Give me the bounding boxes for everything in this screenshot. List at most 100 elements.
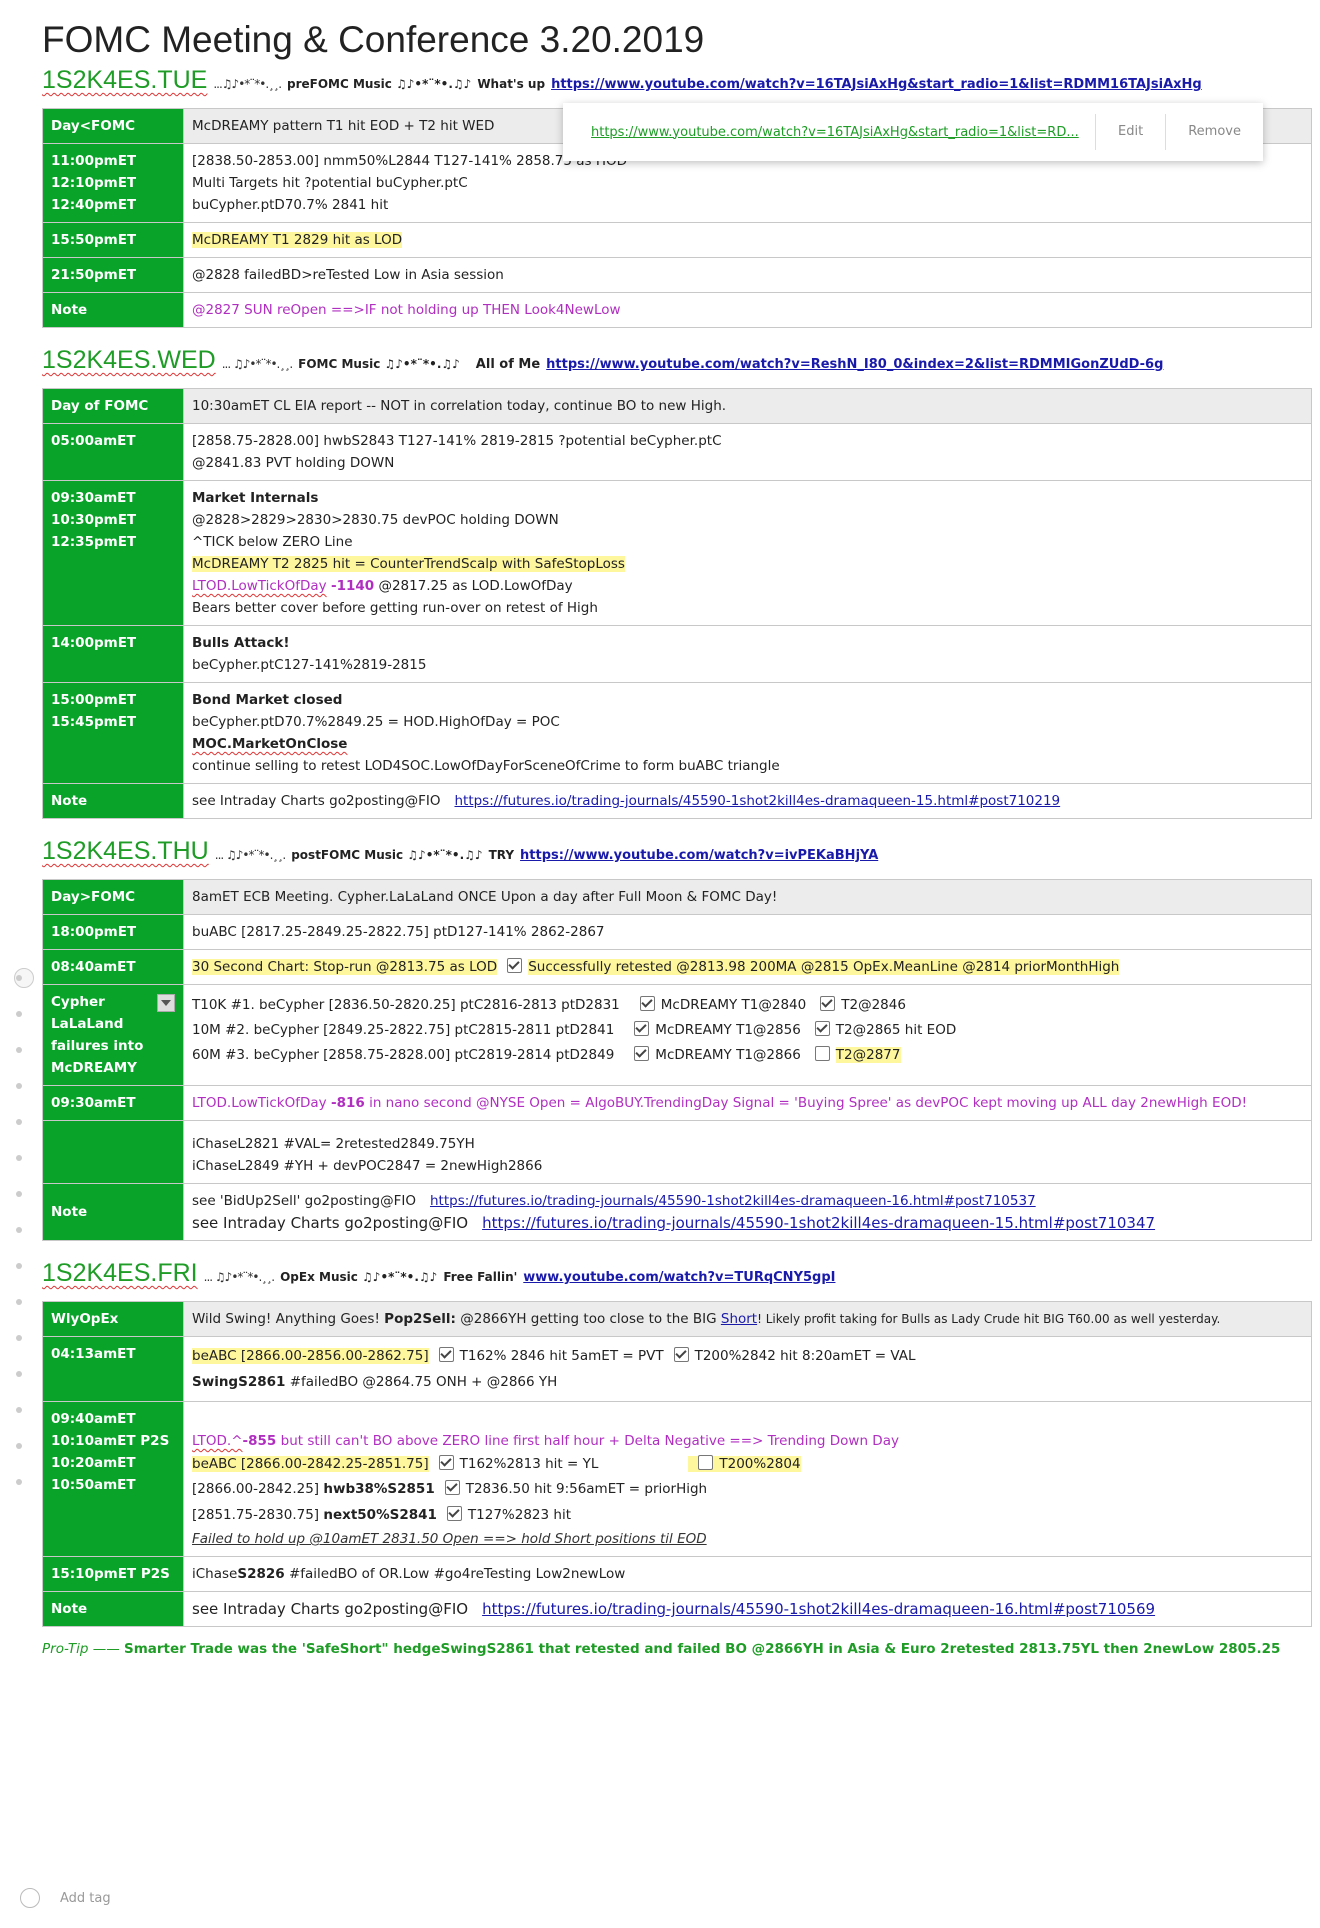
time-label: 15:45pmET	[51, 714, 137, 730]
fri-music-link[interactable]: www.youtube.com/watch?v=TURqCNY5gpI	[523, 1270, 835, 1285]
popup-remove-button[interactable]: Remove	[1165, 114, 1263, 150]
cell-text: Multi Targets hit ?potential buCypher.pt…	[192, 175, 468, 191]
cell-text: [2866.00-2842.25]	[192, 1481, 320, 1497]
row-content: 30 Second Chart: Stop-run @2813.75 as LO…	[183, 949, 1312, 985]
cell-text: beCypher.ptC127-141%2819-2815	[192, 657, 427, 673]
cell-text: -1140	[330, 578, 375, 594]
fio-link[interactable]: https://futures.io/trading-journals/4559…	[482, 1214, 1155, 1232]
table-row: Note see 'BidUp2Sell' go2posting@FIO http…	[42, 1183, 1312, 1241]
checkbox-checked[interactable]	[673, 1347, 689, 1362]
row-content: iChaseL2821 #VAL= 2retested2849.75YH iCha…	[183, 1120, 1312, 1184]
checkbox-checked[interactable]	[507, 958, 523, 973]
row-label: 09:30amET	[42, 1085, 184, 1121]
cell-text: @2817.25 as LOD.LowOfDay	[378, 578, 573, 594]
add-tag[interactable]: Add tag	[20, 1888, 111, 1908]
tue-header: 1S2K4ES.TUE ...♫♪•*¨*•.¸¸. preFOMC Music…	[42, 66, 1312, 96]
fio-link[interactable]: https://futures.io/trading-journals/4559…	[482, 1600, 1155, 1618]
tue-notes: ...♫♪•*¨*•.¸¸.	[213, 77, 282, 91]
checkbox-checked[interactable]	[814, 1021, 830, 1036]
row-label-text: LaLaLand	[51, 1016, 124, 1032]
tue-music-label: preFOMC Music ♫♪•*¨*•.♫♪	[287, 77, 472, 91]
time-label: 10:50amET	[51, 1477, 136, 1493]
row-content: LTOD.^-855 but still can't BO above ZERO…	[183, 1401, 1312, 1557]
row-content: Wild Swing! Anything Goes! Pop2Sell: @28…	[183, 1301, 1312, 1337]
highlighted-text: Successfully retested @2813.98 200MA @28…	[528, 959, 1120, 975]
fio-link[interactable]: https://futures.io/trading-journals/4559…	[454, 793, 1060, 809]
checkbox-checked[interactable]	[438, 1347, 454, 1362]
checkbox-unchecked[interactable]	[698, 1455, 714, 1470]
checkbox-checked[interactable]	[639, 996, 655, 1011]
table-row: 08:40amET 30 Second Chart: Stop-run @281…	[42, 949, 1312, 985]
checkbox-checked[interactable]	[634, 1046, 650, 1061]
checkbox-checked[interactable]	[446, 1506, 462, 1521]
checkbox-checked[interactable]	[634, 1021, 650, 1036]
short-link[interactable]: Short	[721, 1311, 757, 1327]
cell-text: [2858.75-2828.00] hwbS2843 T127-141% 281…	[192, 433, 722, 449]
wed-music-link[interactable]: https://www.youtube.com/watch?v=ReshN_I8…	[546, 357, 1163, 372]
row-content: Bulls Attack! beCypher.ptC127-141%2819-28…	[183, 625, 1312, 683]
cell-text: @2828>2829>2830>2830.75 devPOC holding D…	[192, 512, 559, 528]
fio-link[interactable]: https://futures.io/trading-journals/4559…	[430, 1193, 1036, 1209]
popup-edit-button[interactable]: Edit	[1095, 114, 1165, 150]
cell-text: 10:30amET CL EIA report -- NOT in correl…	[192, 398, 727, 414]
cell-text: [2851.75-2830.75]	[192, 1507, 320, 1523]
row-content: T10K #1. beCypher [2836.50-2820.25] ptC2…	[183, 984, 1312, 1086]
wed-music-label: FOMC Music ♫♪•*¨*•.♫♪	[298, 357, 460, 371]
table-row: 09:40amET 10:10amET P2S 10:20amET 10:50amET…	[42, 1401, 1312, 1557]
row-label: Cypher LaLaLand failures into McDREAMY	[42, 984, 184, 1086]
table-row: iChaseL2821 #VAL= 2retested2849.75YH iCha…	[42, 1120, 1312, 1184]
table-row: Note see Intraday Charts go2posting@FIO h…	[42, 1591, 1312, 1627]
thu-table: Day>FOMC 8amET ECB Meeting. Cypher.LaLaL…	[42, 879, 1312, 1241]
add-tag-label: Add tag	[60, 1890, 111, 1906]
highlighted-text: 30 Second Chart: Stop-run @2813.75 as LO…	[192, 959, 498, 975]
cell-text: T2@2865 hit EOD	[835, 1022, 957, 1038]
row-label: Note	[42, 1183, 184, 1241]
popup-link[interactable]: https://www.youtube.com/watch?v=16TAJsiA…	[563, 125, 1095, 140]
time-label: 11:00pmET	[51, 153, 137, 169]
row-content: iChaseS2826 #failedBO of OR.Low #go4reTe…	[183, 1556, 1312, 1592]
time-label: 12:35pmET	[51, 534, 137, 550]
cell-text: LTOD.LowTickOfDay	[192, 1095, 327, 1111]
time-label: 10:20amET	[51, 1455, 136, 1471]
checkbox-checked[interactable]	[438, 1455, 454, 1470]
row-label: Note	[42, 783, 184, 819]
row-content: 10:30amET CL EIA report -- NOT in correl…	[183, 388, 1312, 424]
cell-text: buCypher.ptD70.7% 2841 hit	[192, 197, 389, 213]
fri-music-label: OpEx Music ♫♪•*¨*•.♫♪	[280, 1270, 438, 1284]
cell-text: ^TICK below ZERO Line	[192, 534, 353, 550]
checkbox-checked[interactable]	[444, 1480, 460, 1495]
cell-text: iChaseL2849 #YH + devPOC2847 = 2newHigh2…	[192, 1158, 543, 1174]
cell-text: -855	[242, 1433, 277, 1449]
row-label: 09:40amET 10:10amET P2S 10:20amET 10:50amET	[42, 1401, 184, 1557]
row-label-text: failures into	[51, 1038, 144, 1054]
dropdown-icon[interactable]	[157, 994, 175, 1012]
cell-text: Market Internals	[192, 490, 319, 506]
time-label: 09:40amET	[51, 1411, 136, 1427]
cell-text: hwb38%S2851	[323, 1481, 435, 1497]
tue-music-link[interactable]: https://www.youtube.com/watch?v=16TAJsiA…	[551, 77, 1202, 92]
time-label: 10:10amET P2S	[51, 1433, 170, 1449]
cell-text: Failed to hold up @10amET 2831.50 Open =…	[192, 1531, 707, 1547]
cell-text: SwingS2861	[192, 1374, 286, 1390]
time-label: 12:40pmET	[51, 197, 137, 213]
table-row: WlyOpEx Wild Swing! Anything Goes! Pop2S…	[42, 1301, 1312, 1337]
fri-notes: ... ♫♪•*¨*•.¸¸.	[203, 1270, 275, 1284]
cell-text: Bond Market closed	[192, 692, 343, 708]
cell-text: but still can't BO above ZERO line first…	[280, 1433, 899, 1449]
pro-tip-label: Pro-Tip ——	[42, 1641, 120, 1657]
highlighted-text: McDREAMY T2 2825 hit = CounterTrendScalp…	[192, 556, 625, 572]
cell-text: see Intraday Charts go2posting@FIO	[192, 793, 441, 809]
row-label: 15:50pmET	[42, 222, 184, 258]
checkbox-checked[interactable]	[820, 996, 836, 1011]
cell-text: @2827 SUN reOpen ==>IF not holding up TH…	[192, 302, 621, 318]
row-label: 18:00pmET	[42, 914, 184, 950]
checkbox-unchecked[interactable]	[814, 1046, 830, 1061]
cell-text: iChase	[192, 1566, 238, 1582]
table-row: Cypher LaLaLand failures into McDREAMY T10K…	[42, 984, 1312, 1086]
cell-text: #failedBO of OR.Low #go4reTesting Low2ne…	[288, 1566, 626, 1582]
cell-text: Pop2Sell:	[384, 1311, 456, 1327]
wed-heading: 1S2K4ES.WED	[42, 346, 216, 374]
cell-text: S2826	[237, 1566, 285, 1582]
thu-music-link[interactable]: https://www.youtube.com/watch?v=ivPEKaBH…	[520, 848, 878, 863]
cell-text: T127%2823 hit	[467, 1507, 571, 1523]
